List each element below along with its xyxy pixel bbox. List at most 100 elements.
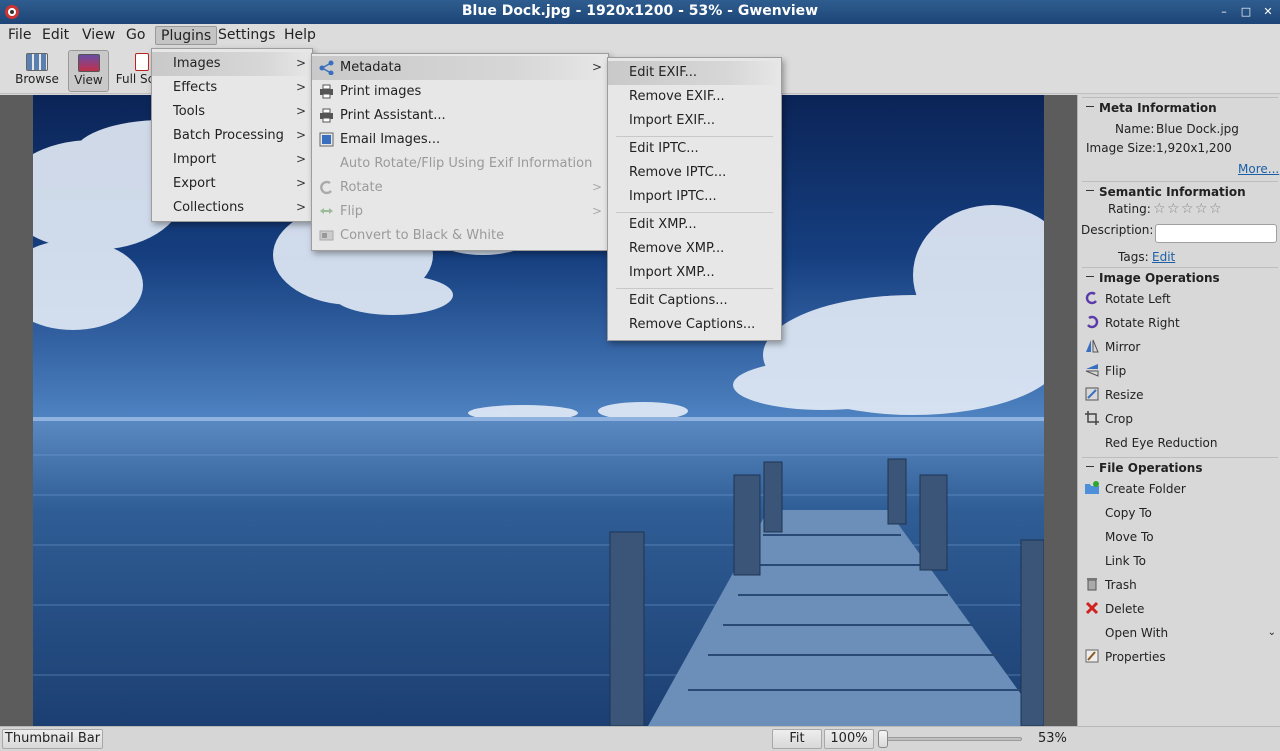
file-operations-header[interactable]: File Operations: [1082, 457, 1278, 477]
view-button[interactable]: View: [68, 50, 109, 92]
more-link[interactable]: More...: [1238, 162, 1279, 176]
import-xmp-item[interactable]: Import XMP...: [608, 261, 781, 285]
chevron-right-icon: >: [295, 56, 306, 70]
menu-settings[interactable]: Settings: [213, 26, 280, 45]
tags-edit-link[interactable]: Edit: [1152, 250, 1175, 264]
menu-bar: File Edit View Go Plugins Settings Help: [0, 24, 1280, 46]
plugins-images-item[interactable]: Images >: [152, 52, 312, 76]
zoom-fit-button[interactable]: Fit: [772, 729, 822, 749]
properties-icon: [1085, 649, 1099, 663]
plugins-import-item[interactable]: Import >: [152, 148, 312, 172]
black-white-icon: [319, 230, 334, 241]
plugins-import-label: Import: [173, 152, 217, 167]
zoom-100-button[interactable]: 100%: [824, 729, 874, 749]
zoom-slider-handle[interactable]: [878, 730, 888, 748]
email-images-item[interactable]: Email Images...: [312, 128, 608, 152]
flip-menu-item[interactable]: Flip >: [312, 200, 608, 224]
star-icon[interactable]: ☆: [1209, 202, 1223, 216]
import-iptc-item[interactable]: Import IPTC...: [608, 185, 781, 209]
rotate-left-item[interactable]: Rotate Left: [1082, 289, 1278, 309]
auto-rotate-flip-label: Auto Rotate/Flip Using Exif Information: [340, 156, 593, 171]
link-to-item[interactable]: Link To: [1082, 551, 1278, 571]
move-to-label: Move To: [1105, 530, 1154, 544]
menu-view[interactable]: View: [77, 26, 120, 45]
trash-item[interactable]: Trash: [1082, 575, 1278, 595]
convert-bw-item[interactable]: Convert to Black & White: [312, 224, 608, 248]
delete-item[interactable]: Delete: [1082, 599, 1278, 619]
maximize-button[interactable]: □: [1238, 4, 1254, 20]
metadata-item[interactable]: Metadata >: [312, 56, 608, 80]
title-bar: Blue Dock.jpg - 1920x1200 - 53% - Gwenvi…: [0, 0, 1280, 24]
menu-help[interactable]: Help: [279, 26, 321, 45]
resize-item[interactable]: Resize: [1082, 385, 1278, 405]
auto-rotate-flip-item[interactable]: Auto Rotate/Flip Using Exif Information: [312, 152, 608, 176]
resize-icon: [1085, 387, 1099, 401]
create-folder-label: Create Folder: [1105, 482, 1186, 496]
edit-iptc-item[interactable]: Edit IPTC...: [608, 137, 781, 161]
plugins-export-label: Export: [173, 176, 216, 191]
red-eye-reduction-item[interactable]: Red Eye Reduction: [1082, 433, 1278, 453]
plugins-images-label: Images: [173, 56, 221, 71]
properties-item[interactable]: Properties: [1082, 647, 1278, 667]
star-icon[interactable]: ☆: [1195, 202, 1209, 216]
rating-stars[interactable]: ☆☆☆☆☆: [1153, 202, 1223, 216]
flip-item[interactable]: Flip: [1082, 361, 1278, 381]
rotate-left-label: Rotate Left: [1105, 292, 1171, 306]
copy-to-item[interactable]: Copy To: [1082, 503, 1278, 523]
edit-iptc-label: Edit IPTC...: [629, 141, 699, 156]
zoom-slider-track[interactable]: [880, 737, 1022, 741]
plugins-batch-processing-item[interactable]: Batch Processing >: [152, 124, 312, 148]
star-icon[interactable]: ☆: [1181, 202, 1195, 216]
close-button[interactable]: ✕: [1260, 4, 1276, 20]
semantic-information-header[interactable]: Semantic Information: [1082, 181, 1278, 201]
remove-captions-item[interactable]: Remove Captions...: [608, 313, 781, 337]
chevron-down-icon[interactable]: ⌄: [1268, 627, 1276, 638]
print-images-item[interactable]: Print images: [312, 80, 608, 104]
crop-label: Crop: [1105, 412, 1134, 426]
rotate-right-item[interactable]: Rotate Right: [1082, 313, 1278, 333]
minimize-button[interactable]: –: [1216, 4, 1232, 20]
crop-item[interactable]: Crop: [1082, 409, 1278, 429]
plugins-export-item[interactable]: Export >: [152, 172, 312, 196]
menu-plugins[interactable]: Plugins: [155, 26, 218, 45]
flip-menu-label: Flip: [340, 204, 363, 219]
image-operations-header[interactable]: Image Operations: [1082, 267, 1278, 287]
flip-icon: [320, 208, 333, 214]
email-images-label: Email Images...: [340, 132, 441, 147]
plugins-effects-item[interactable]: Effects >: [152, 76, 312, 100]
open-with-item[interactable]: Open With ⌄: [1082, 623, 1278, 643]
menu-file[interactable]: File: [3, 26, 36, 45]
mirror-item[interactable]: Mirror: [1082, 337, 1278, 357]
full-screen-button[interactable]: Full Sc: [115, 50, 155, 92]
edit-exif-item[interactable]: Edit EXIF...: [608, 61, 781, 85]
create-folder-item[interactable]: Create Folder: [1082, 479, 1278, 499]
flip-label: Flip: [1105, 364, 1127, 378]
plugins-tools-item[interactable]: Tools >: [152, 100, 312, 124]
menu-go[interactable]: Go: [121, 26, 150, 45]
menu-edit[interactable]: Edit: [37, 26, 74, 45]
remove-xmp-label: Remove XMP...: [629, 241, 725, 256]
move-to-item[interactable]: Move To: [1082, 527, 1278, 547]
status-bar: Thumbnail Bar Fit 100% 53%: [0, 726, 1280, 751]
edit-xmp-label: Edit XMP...: [629, 217, 697, 232]
description-input[interactable]: [1155, 224, 1277, 243]
rotate-item[interactable]: Rotate >: [312, 176, 608, 200]
browse-button[interactable]: Browse: [10, 50, 64, 92]
import-exif-item[interactable]: Import EXIF...: [608, 109, 781, 133]
remove-xmp-item[interactable]: Remove XMP...: [608, 237, 781, 261]
print-assistant-label: Print Assistant...: [340, 108, 446, 123]
star-icon[interactable]: ☆: [1153, 202, 1167, 216]
edit-captions-item[interactable]: Edit Captions...: [608, 289, 781, 313]
thumbnail-bar-button[interactable]: Thumbnail Bar: [2, 729, 103, 749]
crop-icon: [1085, 411, 1099, 425]
edit-xmp-item[interactable]: Edit XMP...: [608, 213, 781, 237]
chevron-right-icon: >: [295, 104, 306, 118]
remove-exif-label: Remove EXIF...: [629, 89, 725, 104]
remove-exif-item[interactable]: Remove EXIF...: [608, 85, 781, 109]
star-icon[interactable]: ☆: [1167, 202, 1181, 216]
delete-label: Delete: [1105, 602, 1145, 616]
remove-iptc-item[interactable]: Remove IPTC...: [608, 161, 781, 185]
plugins-collections-item[interactable]: Collections >: [152, 196, 312, 220]
meta-information-header[interactable]: Meta Information: [1082, 97, 1278, 117]
print-assistant-item[interactable]: Print Assistant...: [312, 104, 608, 128]
